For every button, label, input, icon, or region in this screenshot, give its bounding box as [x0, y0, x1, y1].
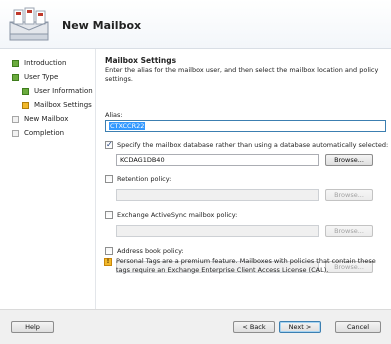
step-current-icon — [22, 101, 29, 109]
step-pending-icon — [12, 115, 19, 123]
section-title: Mailbox Settings — [105, 56, 177, 65]
step-label: Mailbox Settings — [34, 101, 92, 109]
activesync-browse-button[interactable]: Browse... — [325, 225, 373, 237]
step-user-type: User Type — [12, 71, 58, 83]
step-complete-icon — [22, 87, 29, 95]
specify-database-checkbox[interactable]: ✓ — [105, 141, 113, 149]
mailbox-database-field[interactable]: KCDAG1DB40 — [116, 154, 319, 166]
info-warning-icon: ! — [104, 258, 112, 266]
wizard-steps-sidebar: Introduction User Type User Information … — [0, 49, 96, 309]
wizard-header: New Mailbox — [0, 0, 391, 49]
alias-input[interactable]: CTXCCR22 — [105, 120, 386, 132]
step-complete-icon — [12, 73, 19, 81]
retention-policy-field[interactable] — [116, 189, 319, 201]
step-introduction: Introduction — [12, 57, 66, 69]
wizard-footer: Help < Back Next > Cancel — [0, 309, 391, 344]
cancel-button[interactable]: Cancel — [335, 321, 381, 333]
retention-policy-label: Retention policy: — [117, 175, 172, 183]
section-description: Enter the alias for the mailbox user, an… — [105, 66, 379, 83]
mailbox-wizard-icon — [5, 4, 53, 46]
alias-label: Alias: — [105, 111, 123, 119]
step-label: New Mailbox — [24, 115, 69, 123]
retention-policy-option[interactable]: Retention policy: — [105, 175, 171, 183]
step-label: User Information — [34, 87, 93, 95]
step-label: Introduction — [24, 59, 67, 67]
step-label: Completion — [24, 129, 65, 137]
step-label: User Type — [24, 73, 59, 81]
activesync-policy-field[interactable] — [116, 225, 319, 237]
address-book-policy-checkbox[interactable] — [105, 247, 113, 255]
page-title: New Mailbox — [62, 19, 142, 32]
step-new-mailbox: New Mailbox — [12, 113, 68, 125]
activesync-policy-checkbox[interactable] — [105, 211, 113, 219]
specify-database-option[interactable]: ✓ Specify the mailbox database rather th… — [105, 141, 388, 149]
step-complete-icon — [12, 59, 19, 67]
specify-database-label: Specify the mailbox database rather than… — [117, 141, 389, 149]
retention-browse-button[interactable]: Browse... — [325, 189, 373, 201]
new-mailbox-wizard-window: New Mailbox Introduction User Type User … — [0, 0, 391, 344]
help-button[interactable]: Help — [11, 321, 54, 333]
step-pending-icon — [12, 129, 19, 137]
activesync-policy-option[interactable]: Exchange ActiveSync mailbox policy: — [105, 211, 237, 219]
alias-value: CTXCCR22 — [109, 122, 146, 130]
database-browse-button[interactable]: Browse... — [325, 154, 373, 166]
address-book-policy-option[interactable]: Address book policy: — [105, 247, 184, 255]
mailbox-settings-panel: Mailbox Settings Enter the alias for the… — [96, 49, 391, 309]
address-book-policy-label: Address book policy: — [117, 247, 184, 255]
personal-tags-note: Personal Tags are a premium feature. Mai… — [116, 257, 376, 274]
back-button[interactable]: < Back — [233, 321, 275, 333]
retention-policy-checkbox[interactable] — [105, 175, 113, 183]
activesync-policy-label: Exchange ActiveSync mailbox policy: — [117, 211, 238, 219]
step-mailbox-settings: Mailbox Settings — [22, 99, 92, 111]
next-button[interactable]: Next > — [279, 321, 321, 333]
step-completion: Completion — [12, 127, 64, 139]
step-user-information: User Information — [22, 85, 93, 97]
